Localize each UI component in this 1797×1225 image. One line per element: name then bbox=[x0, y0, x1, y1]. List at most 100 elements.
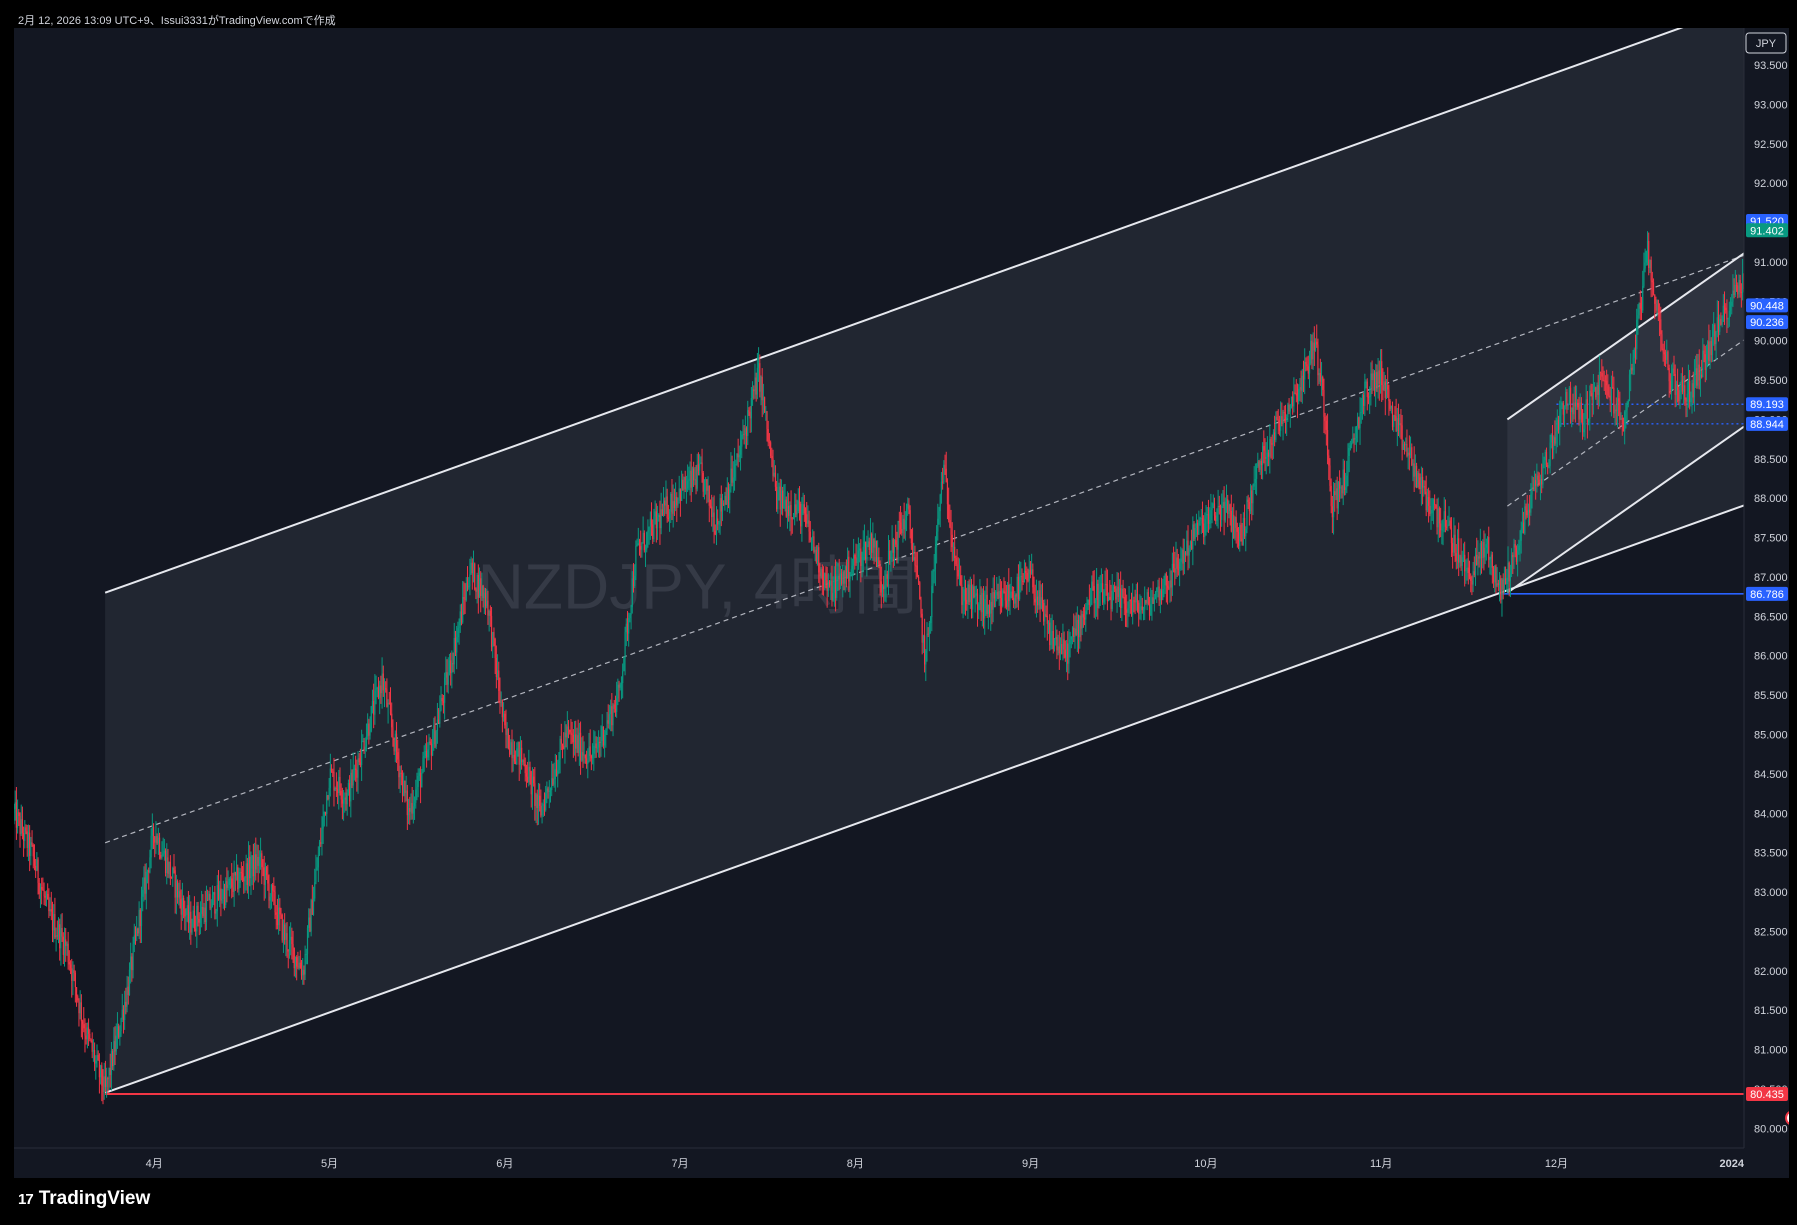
candle-body bbox=[493, 632, 495, 639]
candle-body bbox=[1053, 639, 1056, 650]
candle-body bbox=[1058, 646, 1060, 654]
candle-body bbox=[430, 743, 433, 756]
candle-body bbox=[607, 720, 609, 724]
candle-body bbox=[1574, 402, 1576, 407]
candle-body bbox=[524, 764, 526, 774]
candle-body bbox=[152, 827, 155, 837]
candle-body bbox=[1221, 506, 1223, 520]
candle-body bbox=[78, 1000, 80, 1014]
candle-body bbox=[770, 442, 772, 457]
candle-body bbox=[1292, 396, 1294, 407]
candle-body bbox=[108, 1067, 110, 1079]
candle-body bbox=[671, 493, 673, 514]
candle-body bbox=[776, 486, 778, 510]
candle-body bbox=[1738, 279, 1740, 295]
candle-body bbox=[914, 557, 916, 566]
candle-body bbox=[1681, 380, 1684, 392]
candle-body bbox=[980, 594, 982, 613]
candle-body bbox=[285, 933, 287, 940]
candle-body bbox=[377, 687, 380, 698]
candle-body bbox=[801, 507, 803, 527]
candle-body bbox=[439, 710, 441, 723]
candle-body bbox=[1661, 334, 1663, 349]
candle-body bbox=[1337, 481, 1339, 509]
candle-body bbox=[1411, 447, 1413, 466]
candle-body bbox=[1649, 259, 1651, 269]
candle-body bbox=[896, 544, 898, 550]
candle-body bbox=[519, 747, 522, 765]
candle-body bbox=[115, 1035, 117, 1052]
candle-body bbox=[753, 389, 755, 392]
candle-body bbox=[1645, 250, 1647, 263]
candle-body bbox=[427, 749, 429, 758]
candle-body bbox=[114, 1041, 116, 1052]
candle-body bbox=[1121, 588, 1123, 609]
candle-body bbox=[1732, 290, 1734, 302]
candle-body bbox=[1466, 567, 1468, 569]
candle-body bbox=[682, 479, 684, 491]
candle-body bbox=[435, 731, 437, 747]
candle-body bbox=[1509, 574, 1511, 582]
price-tick-label: 86.000 bbox=[1754, 651, 1788, 663]
candle-body bbox=[596, 747, 599, 749]
candle-body bbox=[1165, 573, 1167, 586]
candle-body bbox=[373, 700, 375, 715]
candle-body bbox=[132, 943, 134, 971]
price-tick-label: 88.000 bbox=[1754, 493, 1788, 505]
candle-body bbox=[321, 828, 323, 844]
candle-body bbox=[1259, 460, 1261, 470]
candle-body bbox=[214, 892, 216, 914]
price-chart[interactable]: NZDJPY, 4時間80.00080.50081.00081.50082.00… bbox=[14, 28, 1797, 1178]
candle-body bbox=[1602, 376, 1604, 381]
candle-body bbox=[1746, 280, 1747, 290]
candle-body bbox=[1163, 584, 1165, 589]
candle-body bbox=[1657, 300, 1659, 313]
candle-body bbox=[1615, 409, 1617, 412]
candle-body bbox=[1423, 485, 1425, 488]
candle-body bbox=[863, 541, 866, 547]
candle-body bbox=[1031, 569, 1033, 574]
candle-body bbox=[1381, 361, 1383, 386]
candle-body bbox=[1385, 384, 1388, 398]
candle-body bbox=[700, 462, 702, 464]
candle-body bbox=[100, 1065, 102, 1078]
candle-body bbox=[110, 1051, 113, 1075]
candle-body bbox=[57, 924, 60, 936]
candle-body bbox=[279, 907, 281, 915]
candle-body bbox=[246, 863, 248, 885]
candle-body bbox=[280, 914, 282, 916]
candle-body bbox=[511, 742, 513, 759]
candle-body bbox=[944, 464, 946, 469]
candle-body bbox=[312, 898, 315, 915]
candle-body bbox=[20, 819, 22, 835]
currency-button-label[interactable]: JPY bbox=[1756, 38, 1777, 50]
candle-body bbox=[1002, 590, 1004, 606]
candle-body bbox=[1039, 590, 1041, 609]
candle-body bbox=[533, 776, 535, 784]
candle-body bbox=[72, 970, 74, 981]
candle-body bbox=[126, 986, 128, 1007]
candle-body bbox=[1243, 517, 1246, 537]
candle-body bbox=[1083, 617, 1086, 620]
candle-body bbox=[1191, 541, 1193, 550]
candle-body bbox=[1704, 354, 1706, 371]
candle-body bbox=[1056, 637, 1058, 651]
candle-body bbox=[565, 732, 567, 738]
candle-body bbox=[632, 578, 635, 587]
candle-body bbox=[796, 511, 798, 515]
candle-body bbox=[127, 986, 129, 996]
candle-body bbox=[1358, 417, 1360, 429]
candle-body bbox=[91, 1040, 93, 1052]
candle-body bbox=[1400, 423, 1402, 426]
candle-body bbox=[1387, 384, 1389, 390]
candle-body bbox=[1317, 344, 1319, 376]
candle-body bbox=[1660, 319, 1662, 335]
candle-body bbox=[834, 576, 837, 598]
candle-body bbox=[1308, 363, 1311, 374]
candle-body bbox=[670, 493, 672, 512]
candle-body bbox=[960, 575, 962, 585]
candle-body bbox=[1320, 376, 1323, 382]
candle-body bbox=[964, 589, 967, 600]
candle-body bbox=[186, 905, 188, 916]
candle-body bbox=[665, 496, 667, 506]
